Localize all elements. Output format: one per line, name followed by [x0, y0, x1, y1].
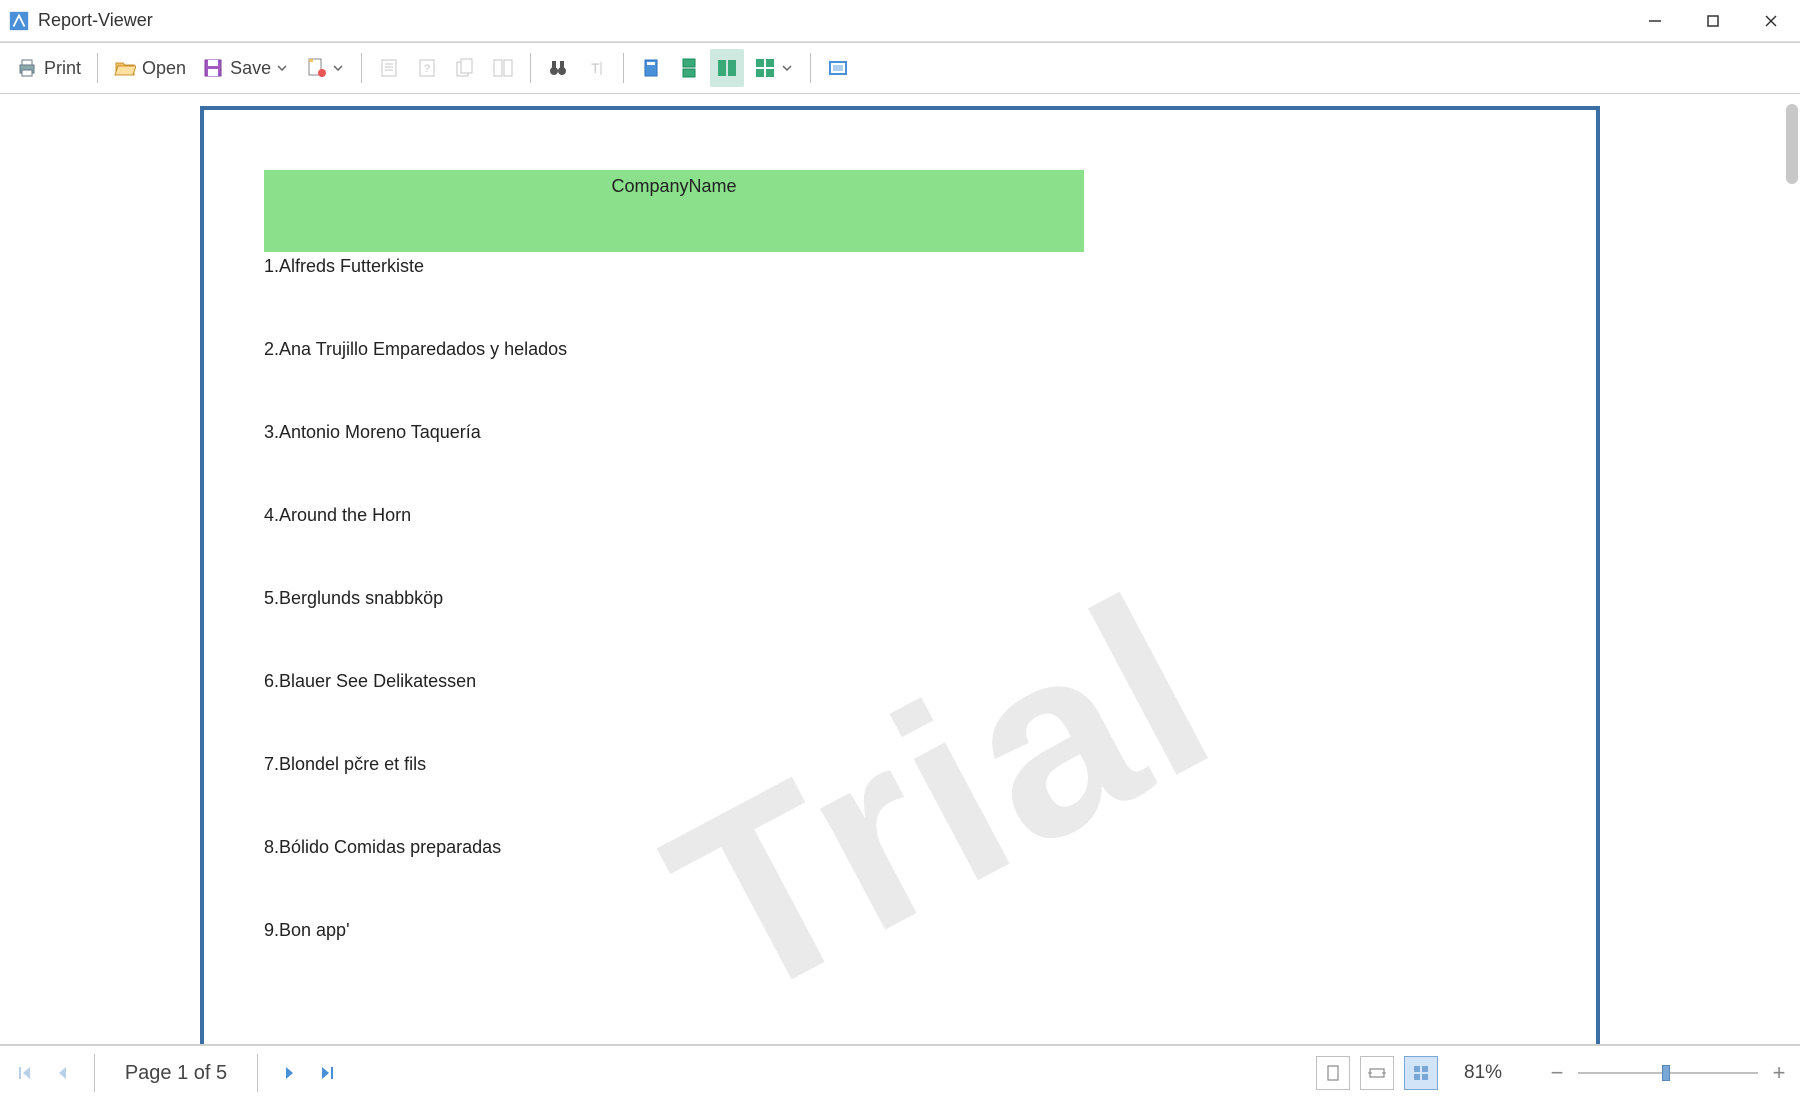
window-controls: [1626, 0, 1800, 42]
report-row: 2.Ana Trujillo Emparedados y helados: [264, 339, 1536, 360]
page-container: Trial CompanyName 1.Alfreds Futterkiste …: [200, 106, 1600, 1044]
zoom-out-button[interactable]: −: [1546, 1060, 1568, 1086]
two-page-icon: [492, 57, 514, 79]
close-button[interactable]: [1742, 0, 1800, 42]
report-row: 5.Berglunds snabbköp: [264, 588, 1536, 609]
two-page-button: [486, 49, 520, 87]
copy-icon: [454, 57, 476, 79]
last-page-button[interactable]: [312, 1058, 342, 1088]
continuous-icon: [678, 57, 700, 79]
app-icon: [8, 10, 30, 32]
separator: [97, 53, 98, 83]
single-page-view-button[interactable]: [634, 49, 668, 87]
text-cursor-icon: T: [585, 57, 607, 79]
open-button[interactable]: Open: [108, 49, 192, 87]
print-icon: [16, 57, 38, 79]
binoculars-icon: [547, 57, 569, 79]
zoom-page-width-button[interactable]: [1360, 1056, 1394, 1090]
fullscreen-button[interactable]: [821, 49, 855, 87]
report-header: CompanyName: [264, 170, 1084, 252]
outline-button: [372, 49, 406, 87]
save-icon: [202, 57, 224, 79]
grid-view-button[interactable]: [748, 49, 800, 87]
svg-text:T: T: [591, 60, 600, 76]
parameters-button: ?: [410, 49, 444, 87]
separator: [623, 53, 624, 83]
single-page-icon: [640, 57, 662, 79]
grid-icon: [754, 57, 776, 79]
report-row: 3.Antonio Moreno Taquería: [264, 422, 1536, 443]
maximize-button[interactable]: [1684, 0, 1742, 42]
outline-icon: [378, 57, 400, 79]
svg-text:?: ?: [424, 63, 430, 75]
separator: [810, 53, 811, 83]
statusbar: Page 1 of 5 81% − +: [0, 1044, 1800, 1100]
zoom-controls: 81% − +: [1316, 1056, 1790, 1090]
chevron-down-icon: [780, 61, 794, 75]
separator: [257, 1054, 258, 1092]
print-button[interactable]: Print: [10, 49, 87, 87]
save-label: Save: [230, 58, 271, 79]
toolbar: Print Open Save ?: [0, 42, 1800, 94]
first-page-button[interactable]: [10, 1058, 40, 1088]
zoom-percent: 81%: [1464, 1062, 1520, 1084]
separator: [530, 53, 531, 83]
titlebar: Report-Viewer: [0, 0, 1800, 42]
window-title: Report-Viewer: [38, 10, 1626, 31]
page-nav-next: [274, 1058, 342, 1088]
report-row: 1.Alfreds Futterkiste: [264, 256, 1536, 277]
report-row: 6.Blauer See Delikatessen: [264, 671, 1536, 692]
vertical-scrollbar[interactable]: [1786, 104, 1798, 184]
next-page-button[interactable]: [274, 1058, 304, 1088]
open-icon: [114, 57, 136, 79]
copy-button: [448, 49, 482, 87]
minimize-button[interactable]: [1626, 0, 1684, 42]
text-select-button: T: [579, 49, 613, 87]
continuous-view-button[interactable]: [672, 49, 706, 87]
zoom-multipage-button[interactable]: [1404, 1056, 1438, 1090]
print-label: Print: [44, 58, 81, 79]
chevron-down-icon: [275, 61, 289, 75]
page-setup-button[interactable]: [299, 49, 351, 87]
report-rows: 1.Alfreds Futterkiste 2.Ana Trujillo Emp…: [264, 256, 1536, 941]
zoom-in-button[interactable]: +: [1768, 1060, 1790, 1086]
zoom-slider[interactable]: [1578, 1061, 1758, 1085]
separator: [94, 1054, 95, 1092]
multipage-view-button[interactable]: [710, 49, 744, 87]
open-label: Open: [142, 58, 186, 79]
zoom-whole-page-button[interactable]: [1316, 1056, 1350, 1090]
find-button[interactable]: [541, 49, 575, 87]
multipage-icon: [716, 57, 738, 79]
page-info: Page 1 of 5: [111, 1062, 241, 1085]
report-row: 8.Bólido Comidas preparadas: [264, 837, 1536, 858]
report-row: 7.Blondel pčre et fils: [264, 754, 1536, 775]
report-row: 9.Bon app': [264, 920, 1536, 941]
report-page: Trial CompanyName 1.Alfreds Futterkiste …: [200, 106, 1600, 1044]
fullscreen-icon: [827, 57, 849, 79]
parameters-icon: ?: [416, 57, 438, 79]
page-nav: [10, 1058, 78, 1088]
prev-page-button[interactable]: [48, 1058, 78, 1088]
report-row: 4.Around the Horn: [264, 505, 1536, 526]
chevron-down-icon: [331, 61, 345, 75]
separator: [361, 53, 362, 83]
page-setup-icon: [305, 57, 327, 79]
report-viewport[interactable]: Trial CompanyName 1.Alfreds Futterkiste …: [0, 94, 1800, 1044]
save-button[interactable]: Save: [196, 49, 295, 87]
